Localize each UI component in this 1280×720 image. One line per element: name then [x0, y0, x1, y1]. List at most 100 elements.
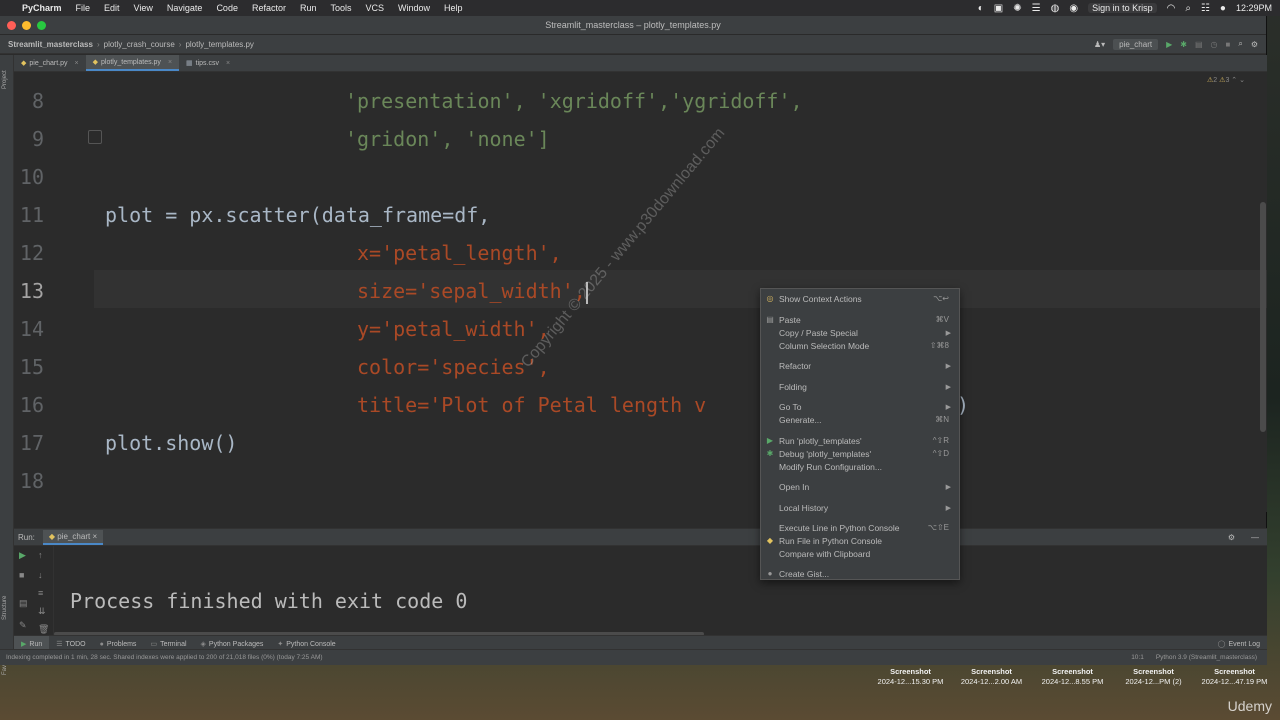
- status-message[interactable]: Indexing completed in 1 min, 28 sec. Sha…: [6, 654, 323, 661]
- stop-icon[interactable]: ■: [1226, 40, 1231, 49]
- structure-tool-button[interactable]: Structure: [2, 596, 8, 620]
- menu-item-generate[interactable]: Generate... ⌘N: [761, 413, 959, 426]
- menu-item-go-to[interactable]: Go To ▶: [761, 400, 959, 413]
- close-tab-icon[interactable]: ×: [92, 532, 97, 541]
- run-icon[interactable]: ▶: [1166, 40, 1172, 49]
- desktop-file[interactable]: Screenshot 2024-12...2.00 AM: [951, 667, 1032, 687]
- stop-icon[interactable]: ■: [19, 570, 24, 580]
- user-icon[interactable]: ♟▾: [1094, 40, 1105, 49]
- tab-pie-chart[interactable]: ◆ pie_chart.py ×: [14, 55, 86, 71]
- menu-view[interactable]: View: [134, 3, 153, 13]
- wifi-icon[interactable]: ◠: [1167, 3, 1176, 14]
- search-icon[interactable]: ⌕: [1185, 3, 1191, 14]
- control-center-icon[interactable]: ☷: [1201, 3, 1210, 14]
- paste-icon: ▤: [766, 315, 774, 324]
- tool-tab-label: Problems: [106, 640, 137, 648]
- profile-icon[interactable]: ◷: [1211, 40, 1218, 49]
- desktop-file[interactable]: Screenshot 2024-12...47.19 PM: [1194, 667, 1275, 687]
- menu-item-debug[interactable]: ✱ Debug 'plotly_templates' ^⇧D: [761, 447, 959, 460]
- chevron-down-icon[interactable]: ⌄: [1239, 77, 1245, 84]
- editor-scrollbar[interactable]: [1260, 202, 1266, 432]
- settings-icon[interactable]: ⚙: [1228, 533, 1235, 542]
- delete-icon[interactable]: 🗑: [38, 624, 49, 635]
- list-icon[interactable]: ☰: [1032, 3, 1041, 14]
- menu-item-refactor[interactable]: Refactor ▶: [761, 359, 959, 372]
- settings-icon[interactable]: ⚙: [1251, 40, 1258, 49]
- fold-marker-icon[interactable]: [88, 130, 102, 144]
- pin-icon[interactable]: ✎: [19, 620, 27, 631]
- menu-item-compare-with-clipboard[interactable]: Compare with Clipboard: [761, 547, 959, 560]
- tab-plotly-templates[interactable]: ◆ plotly_templates.py ×: [85, 55, 180, 71]
- close-tab-icon[interactable]: ×: [75, 60, 79, 67]
- menu-item-execute-line-in-console[interactable]: Execute Line in Python Console ⌥⇧E: [761, 521, 959, 534]
- desktop-file-name: Screenshot: [1214, 667, 1255, 676]
- menu-vcs[interactable]: VCS: [366, 3, 385, 13]
- close-window-button[interactable]: [7, 21, 16, 30]
- caret-position[interactable]: 10:1: [1131, 654, 1144, 661]
- menu-item-open-in[interactable]: Open In ▶: [761, 480, 959, 493]
- close-tab-icon[interactable]: ×: [168, 59, 172, 66]
- menu-item-column-selection-mode[interactable]: Column Selection Mode ⇧⌘8: [761, 339, 959, 352]
- globe-icon[interactable]: ◍: [1051, 3, 1060, 14]
- menu-item-create-gist[interactable]: ● Create Gist...: [761, 567, 959, 580]
- coverage-icon[interactable]: ▤: [1195, 40, 1203, 49]
- breadcrumb-folder[interactable]: plotly_crash_course: [104, 40, 175, 49]
- menu-navigate[interactable]: Navigate: [167, 3, 203, 13]
- desktop-file[interactable]: Screenshot 2024-12...15.30 PM: [870, 667, 951, 687]
- menu-item-folding[interactable]: Folding ▶: [761, 380, 959, 393]
- menu-tools[interactable]: Tools: [330, 3, 351, 13]
- krisp-sign-in[interactable]: Sign in to Krisp: [1088, 3, 1157, 13]
- project-tool-button[interactable]: Project: [2, 70, 8, 89]
- menu-help[interactable]: Help: [444, 3, 463, 13]
- menu-code[interactable]: Code: [216, 3, 238, 13]
- desktop-file[interactable]: Screenshot 2024-12...PM (2): [1113, 667, 1194, 687]
- menu-item-run[interactable]: ▶ Run 'plotly_templates' ^⇧R: [761, 434, 959, 447]
- weak-warning-count: 3: [1225, 77, 1230, 84]
- inspection-widget[interactable]: ⚠2 ⚠3 ⌃ ⌄: [1207, 76, 1245, 84]
- menu-item-shortcut: ⌘N: [935, 415, 949, 424]
- breadcrumb-file[interactable]: plotly_templates.py: [185, 40, 253, 49]
- tool-tab-label: Python Packages: [208, 640, 264, 648]
- breadcrumb-project[interactable]: Streamlit_masterclass: [8, 40, 93, 49]
- menu-item-modify-run-configuration[interactable]: Modify Run Configuration...: [761, 460, 959, 473]
- desktop-files: Screenshot 2024-12...15.30 PM Screenshot 2…: [870, 667, 1275, 687]
- close-tab-icon[interactable]: ×: [226, 60, 230, 67]
- run-tab[interactable]: ◆ pie_chart ×: [42, 529, 104, 545]
- search-everywhere-icon[interactable]: ⌕: [1238, 39, 1242, 49]
- minimize-icon[interactable]: —: [1251, 533, 1259, 542]
- soft-wrap-icon[interactable]: ≡: [38, 588, 43, 598]
- minimize-window-button[interactable]: [22, 21, 31, 30]
- menu-file[interactable]: File: [76, 3, 91, 13]
- clock[interactable]: 12:29PM: [1236, 3, 1272, 13]
- desktop-file-name: Screenshot: [890, 667, 931, 676]
- scroll-to-end-icon[interactable]: ⇊: [38, 606, 46, 617]
- rerun-icon[interactable]: ▶: [19, 550, 26, 561]
- desktop-file-date: 2024-12...8.55 PM: [1041, 677, 1104, 686]
- zoom-window-button[interactable]: [37, 21, 46, 30]
- tab-tips-csv[interactable]: ▦ tips.csv ×: [179, 55, 237, 71]
- menu-run[interactable]: Run: [300, 3, 317, 13]
- menu-item-copy-paste-special[interactable]: Copy / Paste Special ▶: [761, 326, 959, 339]
- menu-app-name[interactable]: PyCharm: [22, 3, 62, 13]
- layout-icon[interactable]: ▤: [19, 598, 28, 609]
- moon-icon[interactable]: ◐: [978, 3, 984, 14]
- menu-item-run-file-in-console[interactable]: ◆ Run File in Python Console: [761, 534, 959, 547]
- play-circle-icon[interactable]: ◉: [1069, 3, 1078, 14]
- scroll-up-icon[interactable]: ↑: [38, 550, 43, 560]
- desktop-file[interactable]: Screenshot 2024-12...8.55 PM: [1032, 667, 1113, 687]
- chevron-up-icon[interactable]: ⌃: [1231, 77, 1237, 84]
- run-configuration-select[interactable]: pie_chart: [1113, 38, 1159, 50]
- interpreter-selector[interactable]: Python 3.9 (Streamlit_masterclass): [1156, 654, 1257, 661]
- menu-window[interactable]: Window: [398, 3, 430, 13]
- code-editor[interactable]: ⚠2 ⚠3 ⌃ ⌄ 8 9 10 11 12 13 14 15 16 17 18…: [14, 72, 1267, 512]
- siri-icon[interactable]: ●: [1220, 3, 1226, 14]
- menu-refactor[interactable]: Refactor: [252, 3, 286, 13]
- scroll-down-icon[interactable]: ↓: [38, 570, 43, 580]
- menu-item-show-context-actions[interactable]: ◎ Show Context Actions ⌥↩: [761, 292, 959, 305]
- gear-icon[interactable]: ✺: [1013, 3, 1021, 14]
- menu-item-paste[interactable]: ▤ Paste ⌘V: [761, 313, 959, 326]
- debug-icon[interactable]: ✱: [1180, 40, 1187, 49]
- screen-share-icon[interactable]: ▣: [994, 3, 1003, 14]
- menu-item-local-history[interactable]: Local History ▶: [761, 501, 959, 514]
- menu-edit[interactable]: Edit: [104, 3, 120, 13]
